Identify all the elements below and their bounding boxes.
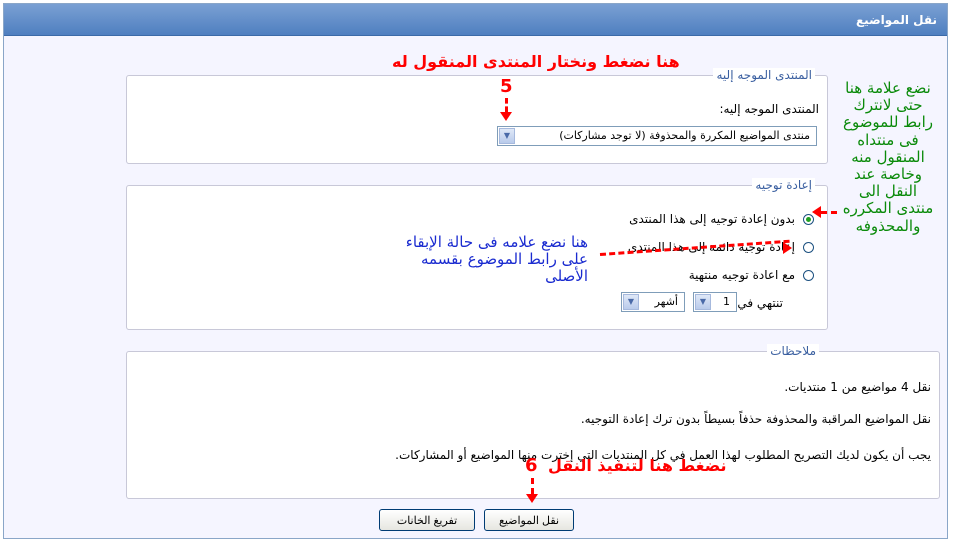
- notes-fieldset: ملاحظات نقل 4 مواضيع من 1 منتديات. نقل ا…: [126, 344, 940, 499]
- notes-legend: ملاحظات: [767, 344, 819, 358]
- option-expiring-redirect-label: مع اعادة توجيه منتهية: [688, 268, 795, 282]
- chevron-down-icon[interactable]: ▼: [695, 294, 711, 310]
- expires-unit-value: أشهر: [654, 295, 678, 308]
- expires-unit-select[interactable]: أشهر ▼: [621, 292, 685, 312]
- blue-annotation-arrow-head: [783, 242, 792, 254]
- green-annotation-arrow-head: [812, 206, 821, 218]
- step6-arrow-head: [526, 494, 538, 503]
- expires-label: تنتهي في: [737, 296, 783, 310]
- blue-annotation-text: هنا نضع علامه فى حالة الإبقاء على رابط ا…: [405, 233, 588, 285]
- green-annotation-arrow-line: [821, 211, 837, 214]
- radio-expiring-redirect[interactable]: [803, 270, 814, 281]
- move-threads-button[interactable]: نقل المواضيع: [484, 509, 574, 531]
- redirect-legend: إعادة توجيه: [752, 178, 815, 192]
- chevron-down-icon[interactable]: ▼: [499, 128, 515, 144]
- destination-forum-value: منتدى المواضيع المكررة والمحذوفة (لا توج…: [559, 129, 810, 142]
- step5-number: 5: [500, 76, 513, 97]
- reset-button[interactable]: تفريغ الخانات: [379, 509, 475, 531]
- step6-number: 6: [525, 455, 538, 476]
- step5-arrow-line: [505, 98, 508, 112]
- green-annotation-text: نضع علامة هنا حتى لانترك رابط للموضوع فى…: [842, 79, 934, 235]
- notes-line-1: نقل 4 مواضيع من 1 منتديات.: [784, 380, 931, 394]
- expires-amount-value: 1: [723, 295, 730, 308]
- step6-annotation-text: نضغط هنا لتنفيذ النقل: [548, 456, 727, 475]
- destination-legend: المنتدى الموجه إليه: [713, 68, 815, 82]
- destination-forum-select[interactable]: منتدى المواضيع المكررة والمحذوفة (لا توج…: [497, 126, 817, 146]
- destination-fieldset: المنتدى الموجه إليه المنتدى الموجه إليه:…: [126, 68, 828, 164]
- step5-arrow-head: [500, 112, 512, 121]
- radio-permanent-redirect[interactable]: [803, 242, 814, 253]
- step6-arrow-line: [531, 478, 534, 494]
- destination-label: المنتدى الموجه إليه:: [719, 102, 819, 116]
- chevron-down-icon[interactable]: ▼: [623, 294, 639, 310]
- expires-amount-select[interactable]: 1 ▼: [693, 292, 737, 312]
- window-title: نقل المواضيع: [4, 4, 947, 36]
- option-no-redirect-label: بدون إعادة توجيه إلى هذا المنتدى: [629, 212, 795, 226]
- notes-line-2: نقل المواضيع المراقبة والمحذوفة حذفاً بس…: [580, 412, 931, 426]
- step5-annotation-text: هنا نضغط ونختار المنتدى المنقول له: [392, 52, 680, 71]
